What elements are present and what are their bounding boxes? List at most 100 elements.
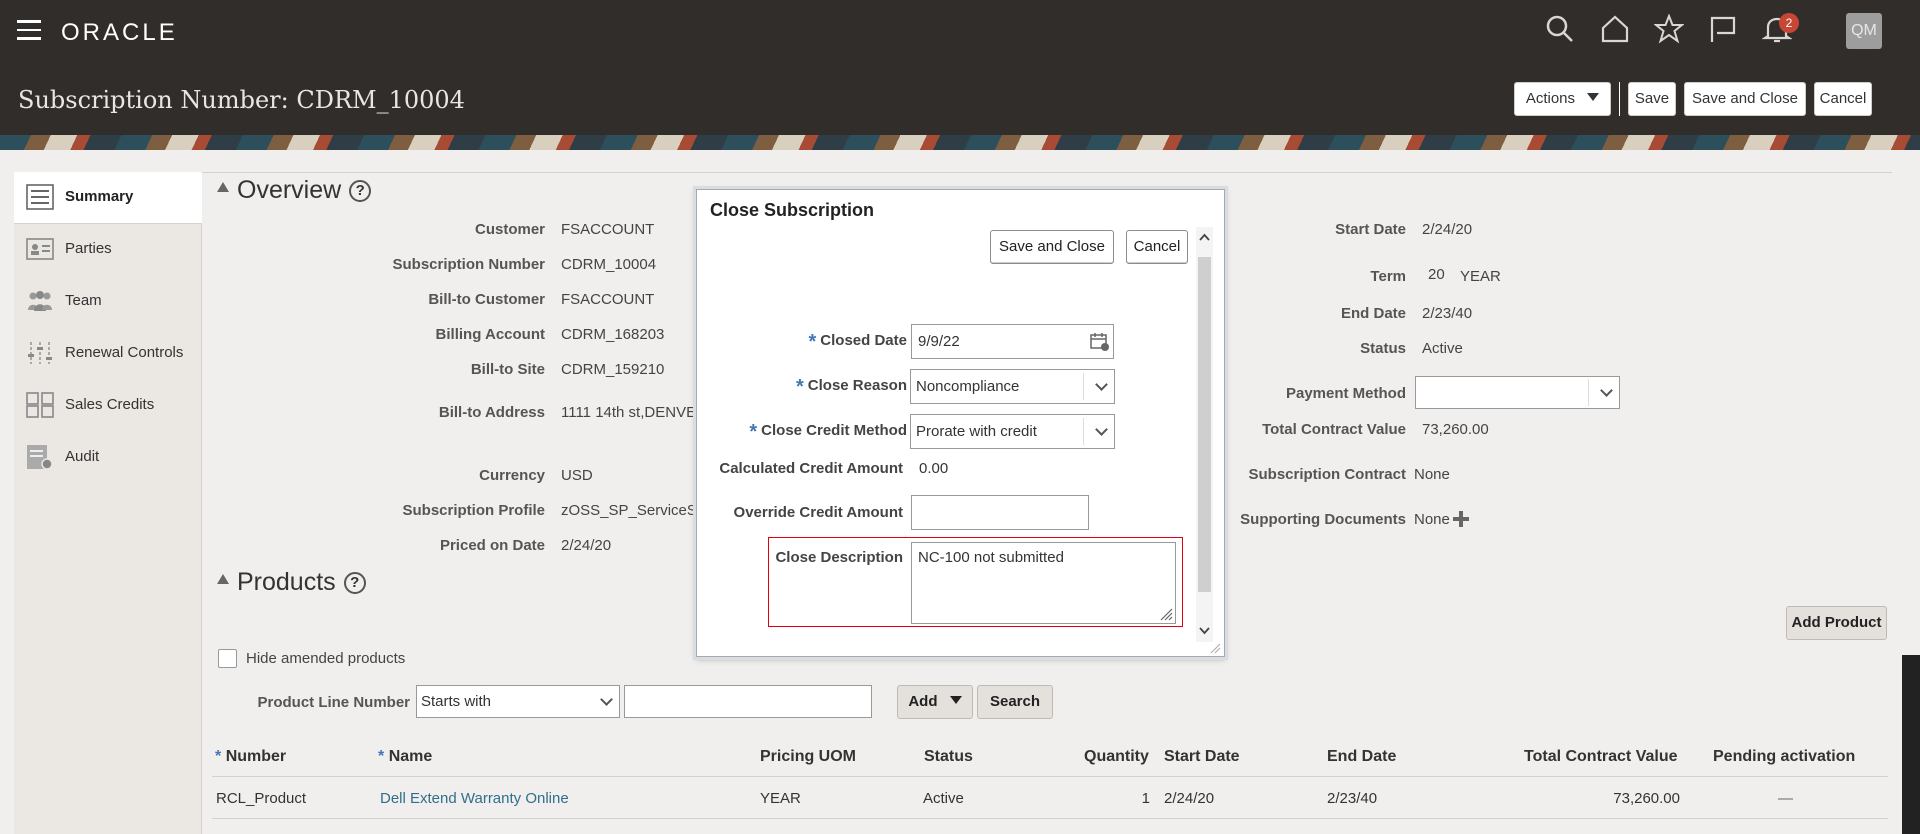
column-end-date[interactable]: End Date bbox=[1327, 748, 1396, 766]
operator-select[interactable]: Starts with bbox=[416, 685, 620, 718]
search-icon[interactable] bbox=[1545, 14, 1575, 44]
calendar-icon[interactable] bbox=[1090, 332, 1110, 352]
dialog-resize-icon[interactable] bbox=[1209, 642, 1221, 654]
page-title: Subscription Number: CDRM_10004 bbox=[18, 86, 465, 114]
audit-icon bbox=[27, 445, 53, 470]
page-scrollbar[interactable] bbox=[1902, 655, 1920, 834]
dialog-scrollbar[interactable] bbox=[1196, 227, 1213, 642]
payment-method-select[interactable] bbox=[1415, 376, 1620, 409]
closed-date-label-text: Closed Date bbox=[820, 332, 907, 349]
add-label: Add bbox=[908, 693, 938, 710]
save-and-close-button[interactable]: Save and Close bbox=[1684, 82, 1806, 116]
actions-label: Actions bbox=[1525, 90, 1576, 107]
product-line-number-input[interactable] bbox=[624, 685, 872, 718]
nav-item-summary[interactable]: Summary bbox=[14, 172, 202, 224]
sliders-icon bbox=[28, 342, 52, 364]
close-description-textarea[interactable]: NC-100 not submitted bbox=[911, 542, 1176, 624]
column-name-label: Name bbox=[388, 748, 433, 765]
scroll-down-icon[interactable] bbox=[1199, 627, 1210, 635]
collapse-triangle-icon[interactable] bbox=[217, 574, 229, 584]
closed-date-label: * Closed Date bbox=[737, 331, 908, 354]
select-separator bbox=[1588, 379, 1589, 406]
dialog-title: Close Subscription bbox=[710, 200, 875, 220]
notification-badge: 2 bbox=[1779, 13, 1799, 33]
total-contract-value-label: Total Contract Value bbox=[1262, 421, 1406, 438]
bill-to-site-value: CDRM_159210 bbox=[561, 361, 665, 378]
scrollbar-thumb[interactable] bbox=[1198, 257, 1211, 592]
scroll-up-icon[interactable] bbox=[1199, 233, 1210, 241]
billing-account-value: CDRM_168203 bbox=[561, 326, 665, 343]
close-description-label: Close Description bbox=[775, 549, 903, 566]
nav-item-parties[interactable]: Parties bbox=[14, 224, 202, 276]
total-contract-value: 73,260.00 bbox=[1422, 421, 1489, 438]
resize-handle-icon[interactable] bbox=[1159, 607, 1173, 621]
cell-pricing-uom: YEAR bbox=[760, 790, 801, 807]
header-separator bbox=[1619, 82, 1620, 116]
supporting-documents-label: Supporting Documents bbox=[1240, 511, 1406, 528]
close-reason-label: * Close Reason bbox=[717, 376, 907, 399]
add-icon[interactable] bbox=[1452, 510, 1470, 528]
close-subscription-dialog: Close Subscription Save and Close Cancel… bbox=[696, 189, 1225, 657]
hide-amended-checkbox[interactable] bbox=[218, 649, 237, 668]
content-top-divider bbox=[202, 172, 1892, 173]
column-quantity[interactable]: Quantity bbox=[1084, 748, 1149, 766]
start-date-label: Start Date bbox=[1335, 221, 1406, 238]
column-status[interactable]: Status bbox=[924, 748, 973, 766]
override-credit-amount-input[interactable] bbox=[911, 495, 1089, 530]
products-section-header[interactable]: Products? bbox=[217, 568, 366, 597]
closed-date-input[interactable]: 9/9/22 bbox=[911, 324, 1114, 359]
cancel-button[interactable]: Cancel bbox=[1814, 82, 1872, 116]
column-number[interactable]: * Number bbox=[215, 748, 286, 766]
billing-account-label: Billing Account bbox=[435, 326, 545, 343]
home-icon[interactable] bbox=[1600, 14, 1630, 44]
cell-end-date: 2/23/40 bbox=[1327, 790, 1378, 807]
cell-name-link[interactable]: Dell Extend Warranty Online bbox=[380, 790, 569, 807]
column-pricing-uom[interactable]: Pricing UOM bbox=[760, 748, 856, 766]
add-button[interactable]: Add bbox=[897, 685, 973, 719]
add-product-button[interactable]: Add Product bbox=[1786, 606, 1887, 640]
column-pending-activation[interactable]: Pending activation bbox=[1713, 748, 1855, 766]
column-name[interactable]: * Name bbox=[378, 748, 432, 766]
close-credit-method-select[interactable]: Prorate with credit bbox=[910, 414, 1115, 449]
nav-item-audit[interactable]: Audit bbox=[14, 432, 202, 484]
chevron-down-icon bbox=[1095, 423, 1108, 436]
close-credit-method-label-text: Close Credit Method bbox=[761, 422, 907, 439]
collapse-triangle-icon[interactable] bbox=[217, 182, 229, 192]
star-icon[interactable] bbox=[1654, 14, 1684, 44]
nav-item-renewal-controls[interactable]: Renewal Controls bbox=[14, 328, 202, 380]
nav-label-audit: Audit bbox=[65, 448, 100, 465]
subscription-contract-value: None bbox=[1414, 466, 1450, 483]
oracle-logo[interactable]: ORACLE bbox=[61, 19, 178, 47]
close-reason-label-text: Close Reason bbox=[807, 377, 907, 394]
save-button[interactable]: Save bbox=[1628, 82, 1676, 116]
close-reason-select[interactable]: Noncompliance bbox=[910, 369, 1115, 404]
nav-item-team[interactable]: Team bbox=[14, 276, 202, 328]
chevron-down-icon bbox=[1095, 378, 1108, 391]
dialog-cancel-button[interactable]: Cancel bbox=[1126, 230, 1188, 264]
close-credit-method-label: * Close Credit Method bbox=[707, 421, 907, 444]
column-start-date[interactable]: Start Date bbox=[1164, 748, 1240, 766]
dropdown-arrow-icon bbox=[1587, 93, 1600, 101]
overview-section-header[interactable]: Overview? bbox=[217, 176, 372, 205]
close-description-value: NC-100 not submitted bbox=[918, 549, 1064, 566]
search-button[interactable]: Search bbox=[977, 685, 1053, 719]
payment-method-label: Payment Method bbox=[1285, 385, 1406, 402]
calculated-credit-amount-label: Calculated Credit Amount bbox=[719, 460, 903, 477]
actions-menu-button[interactable]: Actions bbox=[1514, 82, 1611, 116]
table-header-divider bbox=[212, 776, 1888, 777]
help-icon[interactable]: ? bbox=[349, 180, 372, 202]
user-avatar[interactable]: QM bbox=[1846, 13, 1882, 49]
priced-on-date-label: Priced on Date bbox=[439, 537, 545, 554]
cell-start-date: 2/24/20 bbox=[1164, 790, 1215, 807]
calculated-credit-amount-value: 0.00 bbox=[919, 460, 949, 477]
dialog-save-and-close-button[interactable]: Save and Close bbox=[990, 230, 1114, 264]
bill-to-site-label: Bill-to Site bbox=[470, 361, 545, 378]
flag-icon[interactable] bbox=[1708, 14, 1738, 44]
priced-on-date-value: 2/24/20 bbox=[561, 537, 612, 554]
start-date-value: 2/24/20 bbox=[1422, 221, 1473, 238]
menu-icon[interactable] bbox=[17, 20, 41, 40]
subscription-number-label: Subscription Number bbox=[392, 256, 545, 273]
column-total-contract-value[interactable]: Total Contract Value bbox=[1524, 748, 1678, 766]
help-icon[interactable]: ? bbox=[343, 572, 366, 594]
nav-item-sales-credits[interactable]: Sales Credits bbox=[14, 380, 202, 432]
